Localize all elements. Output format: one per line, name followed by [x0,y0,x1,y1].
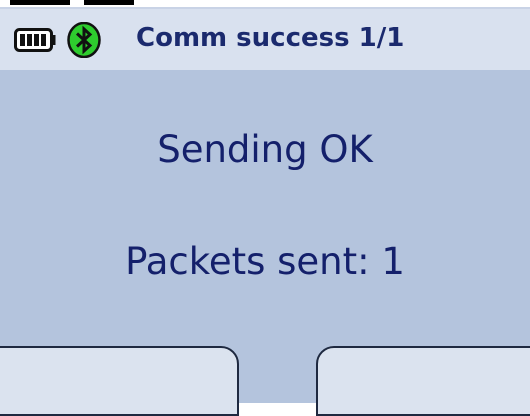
top-edge-mark [84,0,134,5]
status-text: Comm success 1/1 [136,23,405,53]
left-softkey-button[interactable] [0,346,239,416]
top-edge-mark [10,0,70,5]
top-edge [0,0,530,7]
battery-icon [14,28,56,52]
right-softkey-button[interactable] [316,346,530,416]
message-area: Sending OK Packets sent: 1 [0,70,530,346]
status-message: Sending OK [157,128,373,171]
status-bar: Comm success 1/1 [0,7,530,70]
softkey-bar [0,346,530,416]
bluetooth-icon [67,22,101,58]
packets-sent-label: Packets sent: 1 [125,240,405,283]
device-screen: Comm success 1/1 Sending OK Packets sent… [0,0,530,416]
